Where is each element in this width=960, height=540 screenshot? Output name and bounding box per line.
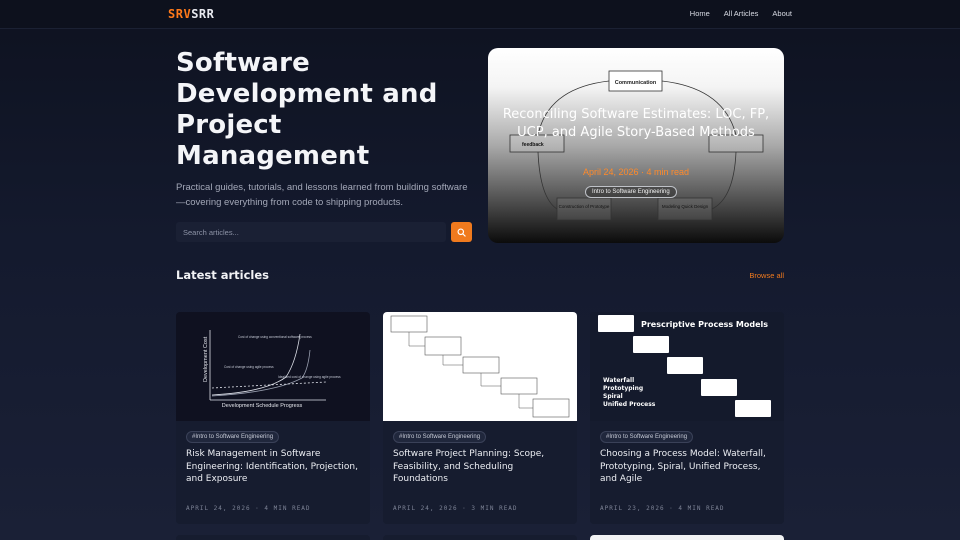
thumb-x-label: Development Schedule Progress — [222, 403, 303, 409]
article-meta: APRIL 23, 2026 · 4 MIN READ — [600, 505, 725, 512]
article-thumbnail: Development Cost Development Schedule Pr… — [176, 312, 370, 421]
diagram-label-communication: Communication — [615, 80, 657, 86]
article-tag[interactable]: #Intro to Software Engineering — [600, 431, 694, 443]
article-meta: APRIL 24, 2026 · 4 MIN READ — [186, 505, 311, 512]
article-meta: APRIL 24, 2026 · 3 MIN READ — [393, 505, 518, 512]
nav-link-all-articles[interactable]: All Articles — [724, 9, 759, 18]
article-thumbnail — [383, 312, 577, 421]
thumb-annotation: Idealized cost of change using agile pro… — [278, 375, 341, 379]
article-card-peek[interactable] — [383, 535, 577, 540]
thumb-item: Spiral — [603, 393, 623, 400]
article-thumbnail: Prescriptive Process Models Waterfall Pr… — [590, 312, 784, 421]
site-logo[interactable]: SRVSRR — [168, 7, 214, 21]
thumb-annotation: Cost of change using conventional softwa… — [238, 335, 312, 339]
nav-links: Home All Articles About — [690, 9, 792, 18]
nav-link-about[interactable]: About — [772, 9, 792, 18]
diagram-label-quick-design: Modeling Quick Design — [662, 204, 709, 209]
latest-articles-heading: Latest articles — [176, 268, 270, 282]
logo-secondary: SRR — [191, 7, 215, 21]
article-card-peek[interactable] — [176, 535, 370, 540]
article-card[interactable]: Development Cost Development Schedule Pr… — [176, 312, 370, 524]
article-title[interactable]: Software Project Planning: Scope, Feasib… — [393, 448, 571, 486]
featured-article-card[interactable]: Communication feedback Construction of P… — [488, 48, 784, 243]
thumb-y-label: Development Cost — [203, 336, 209, 382]
browse-all-link[interactable]: Browse all — [749, 271, 784, 280]
article-tag[interactable]: #Intro to Software Engineering — [186, 431, 280, 443]
article-title[interactable]: Choosing a Process Model: Waterfall, Pro… — [600, 448, 778, 486]
featured-tag[interactable]: Intro to Software Engineering — [585, 186, 677, 198]
article-tag[interactable]: #Intro to Software Engineering — [393, 431, 487, 443]
search-button[interactable] — [451, 222, 472, 242]
featured-title: Reconciling Software Estimates: LOC, FP,… — [502, 107, 770, 140]
thumb-item: Waterfall — [603, 377, 634, 384]
thumb-annotation: Cost of change using agile process — [224, 365, 274, 369]
search-icon — [457, 227, 466, 237]
article-card-peek[interactable] — [590, 535, 784, 540]
search-input[interactable] — [176, 222, 446, 242]
thumb-item: Prototyping — [603, 385, 643, 392]
diagram-label-feedback: feedback — [522, 142, 544, 148]
hero-subtitle: Practical guides, tutorials, and lessons… — [176, 182, 468, 208]
article-title[interactable]: Risk Management in Software Engineering:… — [186, 448, 364, 486]
nav-link-home[interactable]: Home — [690, 9, 710, 18]
logo-primary: SRV — [168, 7, 192, 21]
diagram-label-prototype: Construction of Prototype — [559, 204, 610, 209]
article-card[interactable]: Prescriptive Process Models Waterfall Pr… — [590, 312, 784, 524]
hero-title: Software Development and Project Managem… — [176, 48, 438, 171]
article-card[interactable]: #Intro to Software Engineering Software … — [383, 312, 577, 524]
featured-diagram-image: Communication feedback Construction of P… — [509, 70, 764, 221]
thumb-item: Unified Process — [603, 401, 656, 408]
featured-meta: April 24, 2026 · 4 min read — [582, 167, 690, 177]
thumb-heading: Prescriptive Process Models — [641, 320, 768, 329]
top-nav: SRVSRR Home All Articles About — [0, 0, 960, 29]
